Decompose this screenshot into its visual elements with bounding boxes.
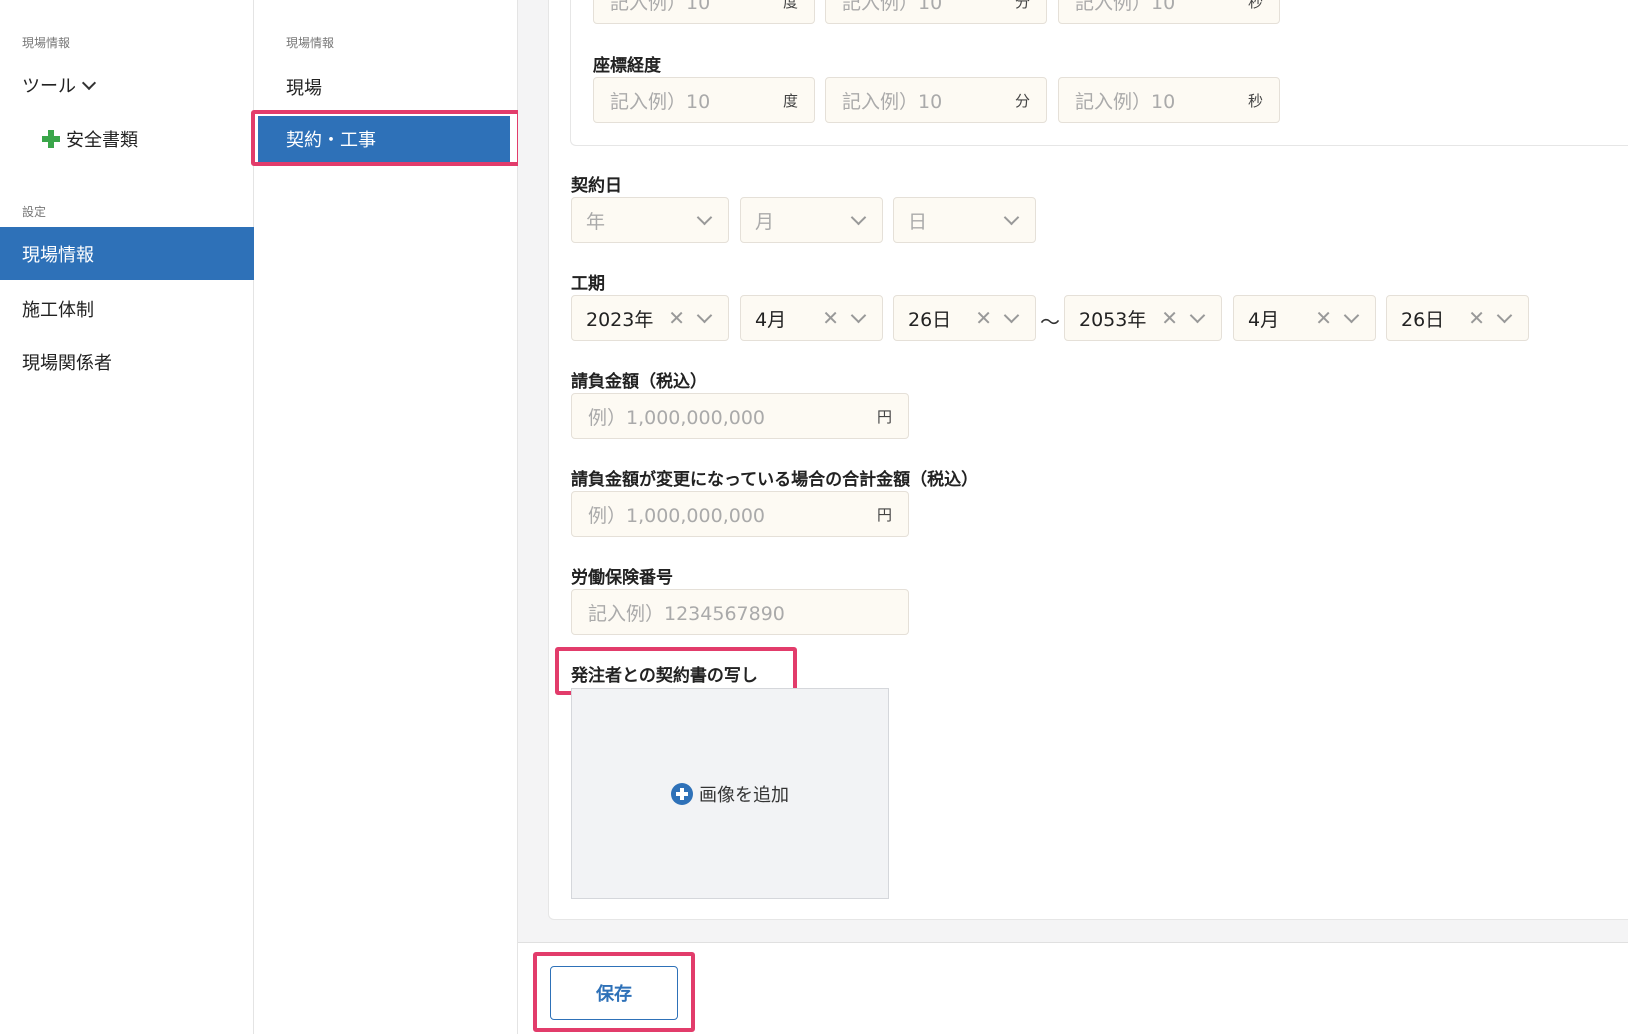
chevron-down-icon [1343,307,1360,323]
sidebar-left: 現場情報 ツール 安全書類 設定 現場情報 施工体制 現場関係者 [0,0,254,1034]
sidebar-item-site-members[interactable]: 現場関係者 [22,349,112,375]
changed-amount-input[interactable]: 例）1,000,000,000 円 [571,491,909,537]
changed-amount-label: 請負金額が変更になっている場合の合計金額（税込） [571,470,979,490]
latitude-degree-input[interactable]: 記入例）10 度 [593,0,815,24]
period-end-year-select[interactable]: 2053年 ✕ [1064,295,1222,341]
chevron-down-icon [696,307,713,323]
period-start-day-select[interactable]: 26日 ✕ [893,295,1036,341]
latitude-second-input[interactable]: 記入例）10 秒 [1058,0,1280,24]
longitude-degree-input[interactable]: 記入例）10 度 [593,77,815,123]
chevron-down-icon [1496,307,1513,323]
clear-icon[interactable]: ✕ [822,306,839,330]
sidebar-section-label-settings: 設定 [22,205,47,219]
chevron-down-icon [850,307,867,323]
labor-insurance-number-label: 労働保険番号 [571,568,673,588]
clear-icon[interactable]: ✕ [1161,306,1178,330]
contract-date-month-select[interactable]: 月 [740,197,883,243]
sub-nav-item-label: 契約・工事 [286,130,376,151]
labor-insurance-number-input[interactable]: 記入例）1234567890 [571,589,909,635]
add-image-label: 画像を追加 [699,784,789,806]
latitude-minute-input[interactable]: 記入例）10 分 [825,0,1047,24]
contract-date-day-select[interactable]: 日 [893,197,1036,243]
clear-icon[interactable]: ✕ [975,306,992,330]
chevron-down-icon [1003,307,1020,323]
contract-date-year-select[interactable]: 年 [571,197,729,243]
safety-docs-label: 安全書類 [66,130,138,151]
chevron-down-icon [1003,209,1020,225]
clear-icon[interactable]: ✕ [1315,306,1332,330]
period-separator: 〜 [1040,310,1060,334]
sidebar-item-label: 現場情報 [22,244,94,266]
save-button[interactable]: 保存 [550,966,678,1020]
clear-icon[interactable]: ✕ [1468,306,1485,330]
period-start-month-select[interactable]: 4月 ✕ [740,295,883,341]
sidebar-sub-nav: 現場情報 現場 契約・工事 [254,0,518,1034]
longitude-second-input[interactable]: 記入例）10 秒 [1058,77,1280,123]
period-end-month-select[interactable]: 4月 ✕ [1233,295,1376,341]
sidebar-item-safety-docs[interactable]: 安全書類 [42,126,138,152]
add-circle-icon [671,782,693,805]
longitude-label: 座標経度 [593,56,661,76]
sub-nav-section-label: 現場情報 [286,36,335,50]
sidebar-item-construction-system[interactable]: 施工体制 [22,296,94,322]
contract-copy-label: 発注者との契約書の写し [571,666,758,686]
sidebar-section-label-site-info: 現場情報 [22,36,71,50]
chevron-down-icon [81,75,97,91]
sub-nav-item-site[interactable]: 現場 [286,74,322,100]
chevron-down-icon [850,209,867,225]
period-start-year-select[interactable]: 2023年 ✕ [571,295,729,341]
plus-icon [42,130,60,148]
period-end-day-select[interactable]: 26日 ✕ [1386,295,1529,341]
tools-label: ツール [22,76,76,97]
clear-icon[interactable]: ✕ [668,306,685,330]
construction-period-label: 工期 [571,274,605,294]
sub-nav-item-contract-construction[interactable]: 契約・工事 [258,116,510,162]
sidebar-item-site-info[interactable]: 現場情報 [0,227,254,280]
tools-dropdown[interactable]: ツール [22,72,97,98]
chevron-down-icon [696,209,713,225]
contract-date-label: 契約日 [571,176,622,196]
contract-amount-input[interactable]: 例）1,000,000,000 円 [571,393,909,439]
longitude-minute-input[interactable]: 記入例）10 分 [825,77,1047,123]
chevron-down-icon [1189,307,1206,323]
footer-bar [518,942,1628,1034]
contract-amount-label: 請負金額（税込） [571,372,707,392]
add-image-dropzone[interactable]: 画像を追加 [571,688,889,899]
